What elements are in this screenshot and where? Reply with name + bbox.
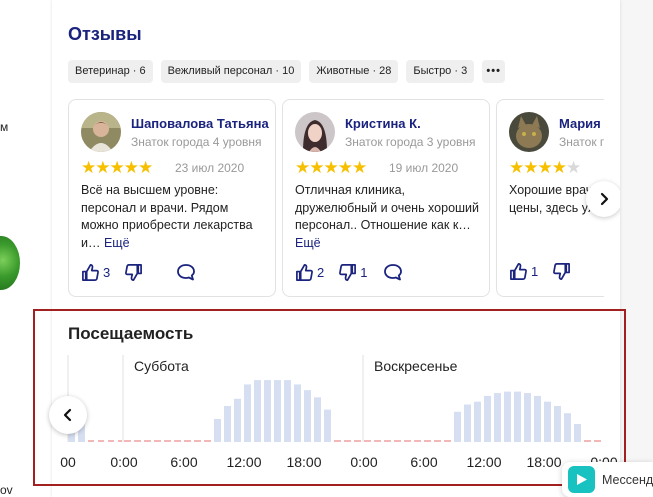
review-card: Кристина К. Знаток города 3 уровня ★★★★★… (282, 99, 490, 297)
dislike-count: 1 (360, 264, 368, 280)
thumbs-down-icon (125, 263, 143, 281)
comment-icon (177, 264, 196, 281)
reviewer-name[interactable]: Кристина К. (345, 116, 485, 131)
like-button[interactable]: 1 (509, 262, 538, 281)
review-text-body: Отличная клиника, дружелюбный и очень хо… (295, 183, 480, 232)
reviewer-name[interactable]: Мария (559, 116, 604, 131)
reviews-carousel: Шаповалова Татьяна Знаток города 4 уровн… (68, 99, 604, 299)
avatar[interactable] (509, 112, 549, 152)
avatar[interactable] (295, 112, 335, 152)
like-button[interactable]: 2 (295, 263, 324, 282)
review-card: Шаповалова Татьяна Знаток города 4 уровн… (68, 99, 276, 297)
review-date: 23 июл 2020 (175, 161, 245, 175)
left-text-fragment-bottom: ov (0, 483, 13, 497)
messenger-icon (568, 466, 595, 493)
rating-stars: ★★★★★ (295, 158, 367, 178)
rating-stars: ★★★★★ (81, 158, 153, 178)
stars-filled: ★★★★ (509, 158, 567, 177)
like-count: 2 (317, 264, 325, 280)
dislike-button[interactable] (124, 263, 146, 282)
reviewer-level: Знаток города 4 уровня (131, 135, 262, 149)
more-tags-button[interactable]: ••• (482, 60, 506, 83)
reviews-title[interactable]: Отзывы (68, 24, 142, 45)
stars-empty: ★ (565, 158, 581, 177)
review-tags: Ветеринар · 6 Вежливый персонал · 10 Жив… (68, 60, 506, 83)
reviewer-name[interactable]: Шаповалова Татьяна (131, 116, 271, 131)
reviews-next-button[interactable] (586, 181, 620, 217)
thumbs-down-icon (553, 263, 571, 280)
messenger-label: Мессенджер (602, 472, 653, 487)
review-date: 19 июл 2020 (389, 161, 459, 175)
messenger-widget[interactable]: Мессенджер (562, 462, 653, 497)
review-actions: 3 (81, 262, 210, 282)
thumbs-up-icon (82, 263, 99, 281)
thumbs-down-icon (339, 263, 357, 281)
review-tag-polite-staff[interactable]: Вежливый персонал · 10 (160, 60, 302, 83)
like-button[interactable]: 3 (81, 263, 110, 282)
stars-filled: ★★★★★ (295, 158, 367, 177)
rating-stars: ★★★★★ (509, 158, 581, 178)
left-text-fragment: м (0, 120, 9, 134)
review-actions: 1 (509, 262, 588, 281)
review-actions: 2 1 (295, 262, 417, 282)
review-tag-vet[interactable]: Ветеринар · 6 (68, 60, 153, 83)
reviewer-level: Знаток города 3 уровня (345, 135, 476, 149)
avatar[interactable] (81, 112, 121, 152)
like-count: 3 (103, 264, 111, 280)
review-text: Отличная клиника, дружелюбный и очень хо… (295, 182, 481, 252)
like-count: 1 (531, 264, 539, 279)
comment-icon (384, 264, 403, 281)
review-text: Всё на высшем уровне: персонал и врачи. … (81, 182, 267, 252)
review-tag-animals[interactable]: Животные · 28 (309, 60, 399, 83)
read-more-link[interactable]: Ещё (295, 236, 321, 250)
chevron-right-icon (600, 192, 609, 206)
reviewer-level: Знаток города (559, 135, 604, 149)
page: м ov Отзывы Ветеринар · 6 Вежливый персо… (0, 0, 653, 497)
comment-button[interactable] (176, 262, 196, 282)
comment-button[interactable] (383, 262, 403, 282)
review-tag-fast[interactable]: Быстро · 3 (406, 60, 475, 83)
read-more-link[interactable]: Ещё (104, 236, 130, 250)
selection-highlight-frame (33, 309, 626, 486)
thumbs-up-icon (296, 263, 313, 281)
thumbs-up-icon (510, 263, 527, 280)
left-photo-thumbnail[interactable] (0, 236, 20, 290)
stars-filled: ★★★★★ (81, 158, 153, 177)
dislike-button[interactable] (552, 262, 574, 281)
dislike-button[interactable]: 1 (338, 263, 367, 282)
